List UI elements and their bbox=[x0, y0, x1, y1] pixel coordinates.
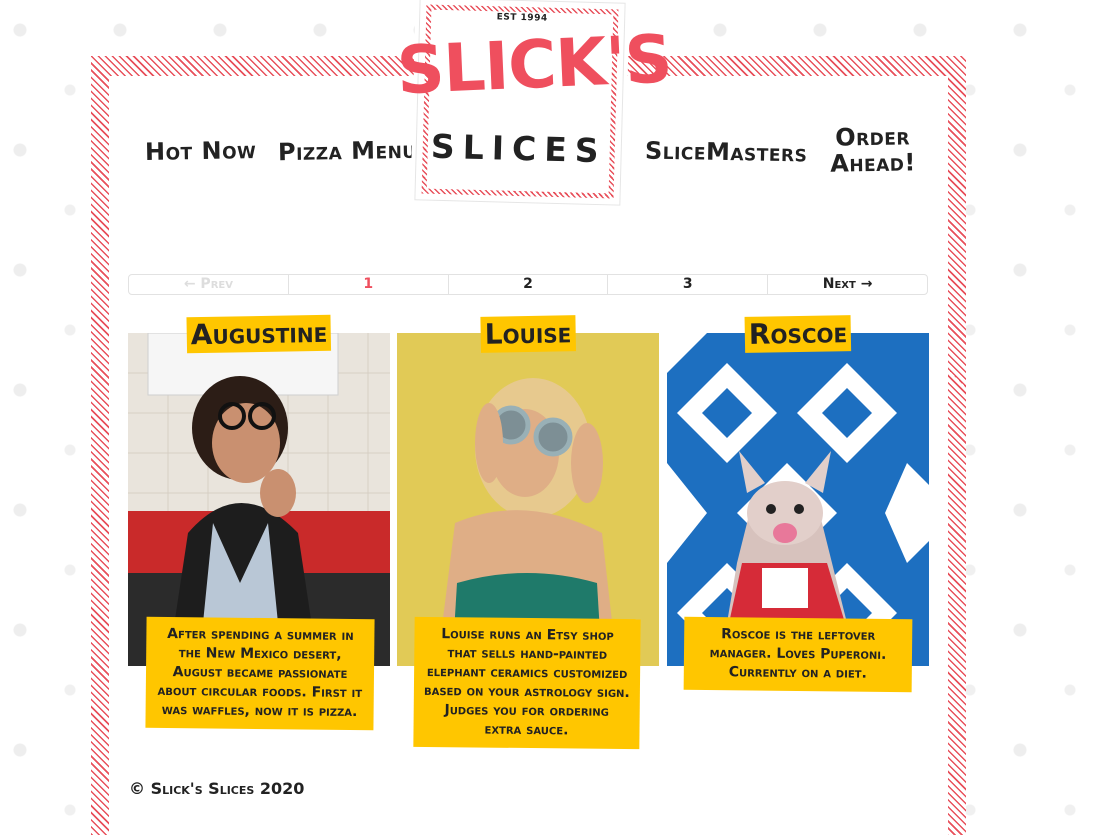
nav-pizza-menu[interactable]: Pizza Menu bbox=[278, 136, 417, 166]
nav-order-ahead-line1: Order bbox=[834, 122, 911, 152]
slicemaster-description: After spending a summer in the New Mexic… bbox=[145, 616, 375, 731]
pagination-page-2[interactable]: 2 bbox=[449, 275, 609, 294]
logo-title-bottom: SLICES bbox=[430, 126, 608, 171]
logo-title-top: SLICK'S bbox=[395, 20, 673, 110]
pagination-prev[interactable]: ← Prev bbox=[129, 275, 289, 294]
nav-slicemasters[interactable]: SliceMasters bbox=[645, 137, 808, 168]
logo[interactable]: EST 1994 SLICK'S SLICES bbox=[395, 0, 673, 206]
nav-hot-now[interactable]: Hot Now bbox=[145, 136, 257, 166]
pagination: ← Prev 1 2 3 Next → bbox=[128, 274, 928, 295]
slicemaster-description: Louise runs an Etsy shop that sells hand… bbox=[413, 616, 641, 750]
slicemaster-name[interactable]: Augustine bbox=[186, 314, 332, 354]
pagination-page-1[interactable]: 1 bbox=[289, 275, 449, 294]
nav-order-ahead[interactable]: Order Ahead! bbox=[829, 122, 917, 178]
pagination-page-3[interactable]: 3 bbox=[608, 275, 769, 294]
slicemaster-card: Augustine After spending a summer in the… bbox=[128, 314, 390, 756]
slicemaster-description: Roscoe is the leftover manager. Loves Pu… bbox=[683, 616, 913, 693]
slicemaster-card: Louise Louise runs an Etsy shop that sel… bbox=[397, 315, 659, 756]
footer-copyright: © Slick's Slices 2020 bbox=[129, 779, 305, 798]
slicemaster-name[interactable]: Louise bbox=[480, 315, 576, 353]
pagination-next[interactable]: Next → bbox=[768, 275, 927, 294]
nav-order-ahead-line2: Ahead! bbox=[829, 148, 917, 178]
slicemaster-card: Roscoe Roscoe is the leftover manager. L… bbox=[667, 315, 929, 756]
slicemaster-name[interactable]: Roscoe bbox=[744, 315, 852, 353]
